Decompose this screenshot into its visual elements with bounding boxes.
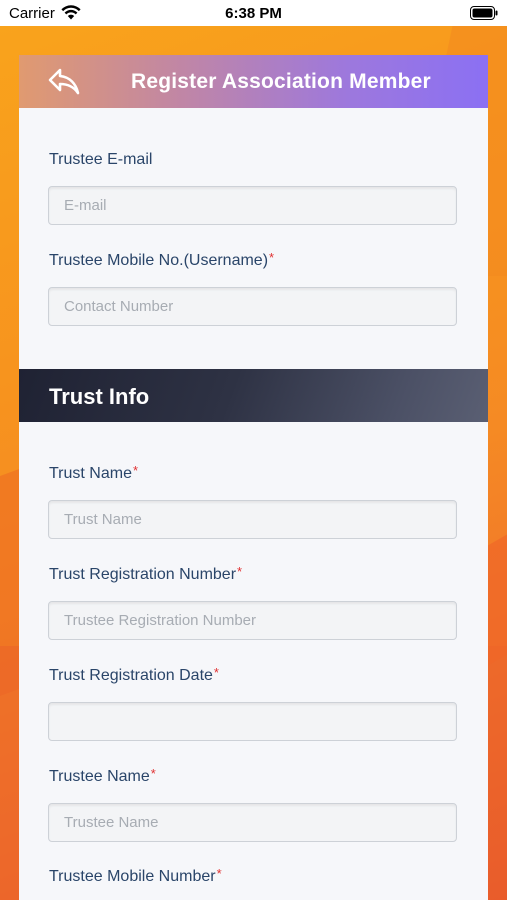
required-mark: * xyxy=(216,866,222,881)
trust-registration-date-label: Trust Registration Date* xyxy=(49,665,219,685)
trustee-email-label: Trustee E-mail xyxy=(49,151,152,169)
page-title: Register Association Member xyxy=(131,70,431,93)
trustee-mobile-number-label-text: Trustee Mobile Number xyxy=(49,868,216,885)
registration-form-card: Register Association Member Trustee E-ma… xyxy=(19,55,488,900)
trust-registration-date-input[interactable] xyxy=(49,703,456,740)
trust-registration-number-label: Trust Registration Number* xyxy=(49,564,243,584)
trustee-mobile-number-label: Trustee Mobile Number* xyxy=(49,866,222,886)
trust-registration-number-input[interactable] xyxy=(49,602,456,639)
form-header: Register Association Member xyxy=(19,55,488,108)
required-mark: * xyxy=(150,766,156,781)
trust-name-field[interactable] xyxy=(48,500,457,539)
trustee-mobile-username-label: Trustee Mobile No.(Username)* xyxy=(49,250,275,270)
trustee-name-input[interactable] xyxy=(49,804,456,841)
trustee-name-label-text: Trustee Name xyxy=(49,768,150,785)
contact-number-input[interactable] xyxy=(49,288,456,325)
trustee-email-input[interactable] xyxy=(49,187,456,224)
trustee-email-field[interactable] xyxy=(48,186,457,225)
trustee-email-label-text: Trustee E-mail xyxy=(49,151,153,168)
back-arrow-icon[interactable] xyxy=(47,65,81,97)
status-time: 6:38 PM xyxy=(225,5,282,22)
trust-info-section-header: Trust Info xyxy=(19,369,488,422)
trust-name-label: Trust Name* xyxy=(49,463,139,483)
trust-registration-date-label-text: Trust Registration Date xyxy=(49,667,213,684)
trust-registration-date-field[interactable] xyxy=(48,702,457,741)
trustee-mobile-username-field[interactable] xyxy=(48,287,457,326)
status-bar: Carrier 6:38 PM xyxy=(0,0,507,26)
section-title: Trust Info xyxy=(49,384,150,409)
trust-name-label-text: Trust Name xyxy=(49,465,132,482)
trust-registration-number-label-text: Trust Registration Number xyxy=(49,566,237,583)
required-mark: * xyxy=(132,463,139,478)
required-mark: * xyxy=(237,564,243,579)
required-mark: * xyxy=(213,665,219,680)
battery-icon xyxy=(470,6,498,20)
trustee-mobile-username-label-text: Trustee Mobile No.(Username) xyxy=(49,252,269,269)
trustee-name-label: Trustee Name* xyxy=(49,766,156,786)
trustee-name-field[interactable] xyxy=(48,803,457,842)
trust-name-input[interactable] xyxy=(49,501,456,538)
required-mark: * xyxy=(269,250,275,265)
trust-registration-number-field[interactable] xyxy=(48,601,457,640)
